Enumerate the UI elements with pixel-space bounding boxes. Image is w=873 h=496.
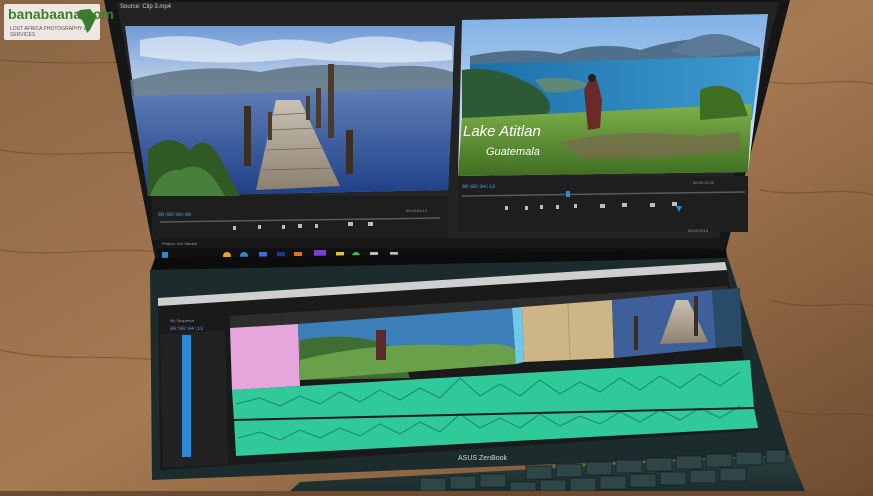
pink-clip (230, 324, 300, 390)
project-panel-label: Project: Get Started (162, 241, 197, 246)
right-timecode: 00:00:04:13 (462, 184, 495, 190)
dock-clip (612, 290, 716, 358)
africa-map-icon (77, 9, 97, 33)
window-title: Source: Clip 3.mp4 (120, 4, 172, 10)
sequence-label: My Sequence (170, 318, 195, 323)
start-icon (162, 252, 168, 258)
laptop-photo: Source: Clip 3.mp4 Lake Atitlan Guatemal… (0, 0, 873, 492)
photo-scene: Source: Clip 3.mp4 Lake Atitlan Guatemal… (0, 0, 873, 492)
track-headers (160, 330, 228, 468)
right-timecode-out: 00:00:15:22 (693, 180, 715, 185)
watermark-logo: banabaana.com LOST AFRICA PHOTOGRAPHY & … (4, 4, 114, 40)
left-monitor-video (125, 26, 455, 196)
left-timecode: 00:00:00:00 (158, 212, 191, 218)
asus-zenbook-logo: ASUS ZenBook (458, 455, 508, 462)
taskbar-clock: 05:09:2019 (688, 228, 709, 233)
sequence-timecode: 00:00:04:13 (170, 326, 203, 332)
left-timecode-out: 00:00:04:12 (406, 208, 428, 213)
playhead-bar (182, 335, 191, 457)
video-subtitle-overlay: Guatemala (486, 146, 540, 158)
video-title-overlay: Lake Atitlan (463, 123, 541, 140)
